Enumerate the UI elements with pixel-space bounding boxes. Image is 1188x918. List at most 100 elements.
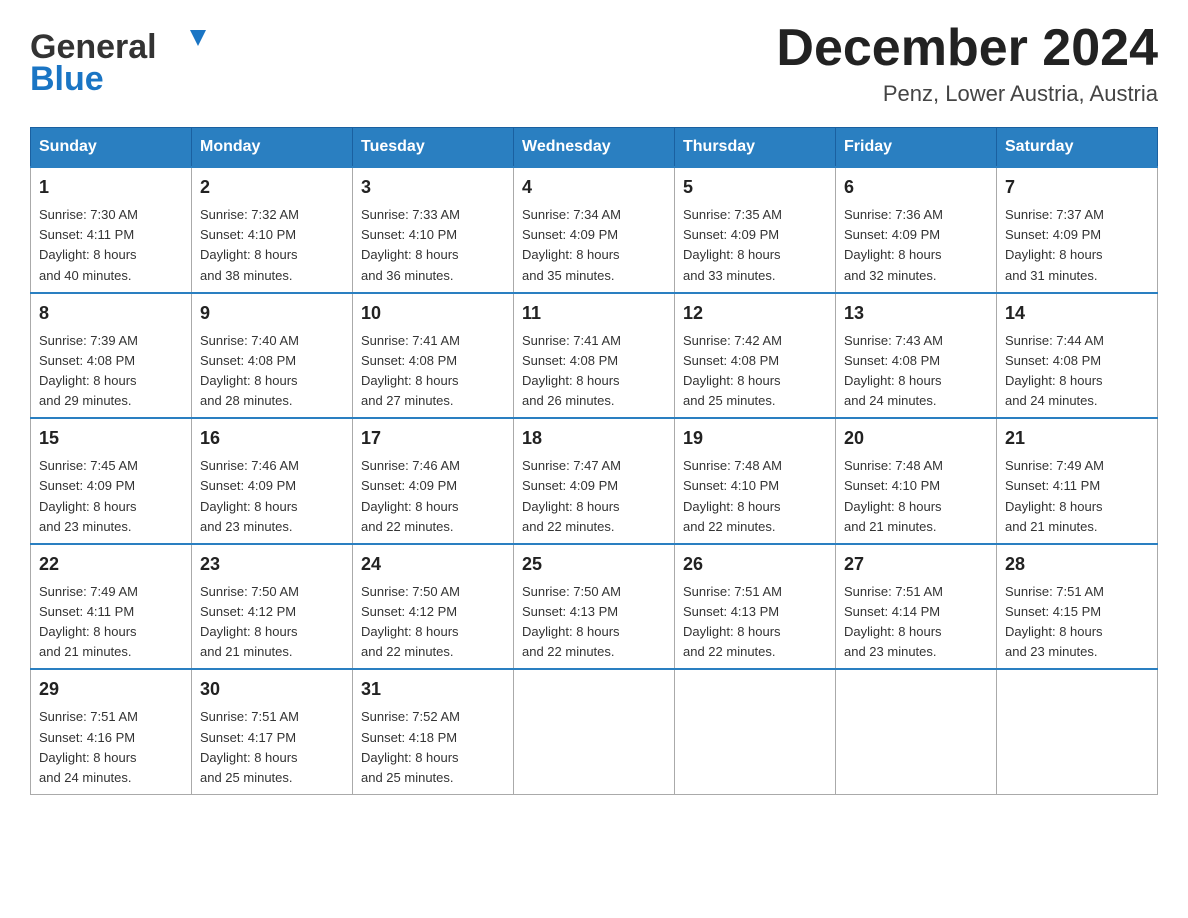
day-number: 8 [39,300,183,327]
day-number: 23 [200,551,344,578]
day-info: Sunrise: 7:48 AM Sunset: 4:10 PM Dayligh… [683,456,827,537]
week-row-5: 29 Sunrise: 7:51 AM Sunset: 4:16 PM Dayli… [31,669,1158,794]
calendar-cell: 31 Sunrise: 7:52 AM Sunset: 4:18 PM Dayli… [353,669,514,794]
day-info: Sunrise: 7:39 AM Sunset: 4:08 PM Dayligh… [39,331,183,412]
page-header: General Blue December 2024 Penz, Lower A… [30,20,1158,107]
day-info: Sunrise: 7:33 AM Sunset: 4:10 PM Dayligh… [361,205,505,286]
day-number: 13 [844,300,988,327]
calendar-cell: 13Sunrise: 7:43 AM Sunset: 4:08 PM Dayli… [836,293,997,419]
day-info: Sunrise: 7:30 AM Sunset: 4:11 PM Dayligh… [39,205,183,286]
day-info: Sunrise: 7:51 AM Sunset: 4:15 PM Dayligh… [1005,582,1149,663]
calendar-cell: 14Sunrise: 7:44 AM Sunset: 4:08 PM Dayli… [997,293,1158,419]
day-info: Sunrise: 7:51 AM Sunset: 4:16 PM Dayligh… [39,707,183,788]
calendar-cell: 25 Sunrise: 7:50 AM Sunset: 4:13 PM Dayli… [514,544,675,670]
week-row-4: 22Sunrise: 7:49 AM Sunset: 4:11 PM Dayli… [31,544,1158,670]
day-number: 31 [361,676,505,703]
calendar-cell: 19 Sunrise: 7:48 AM Sunset: 4:10 PM Dayli… [675,418,836,544]
weekday-header-tuesday: Tuesday [353,128,514,168]
day-number: 21 [1005,425,1149,452]
calendar-cell: 9Sunrise: 7:40 AM Sunset: 4:08 PM Daylig… [192,293,353,419]
day-number: 25 [522,551,666,578]
calendar-cell: 6 Sunrise: 7:36 AM Sunset: 4:09 PM Daylig… [836,167,997,293]
weekday-header-thursday: Thursday [675,128,836,168]
day-info: Sunrise: 7:36 AM Sunset: 4:09 PM Dayligh… [844,205,988,286]
calendar-cell [836,669,997,794]
calendar-cell: 27 Sunrise: 7:51 AM Sunset: 4:14 PM Dayli… [836,544,997,670]
weekday-header-sunday: Sunday [31,128,192,168]
day-info: Sunrise: 7:49 AM Sunset: 4:11 PM Dayligh… [39,582,183,663]
calendar-cell: 17 Sunrise: 7:46 AM Sunset: 4:09 PM Dayli… [353,418,514,544]
day-info: Sunrise: 7:50 AM Sunset: 4:12 PM Dayligh… [200,582,344,663]
month-title: December 2024 [776,20,1158,77]
calendar-cell: 15 Sunrise: 7:45 AM Sunset: 4:09 PM Dayli… [31,418,192,544]
day-number: 26 [683,551,827,578]
calendar-cell: 5Sunrise: 7:35 AM Sunset: 4:09 PM Daylig… [675,167,836,293]
day-number: 7 [1005,174,1149,201]
svg-text:Blue: Blue [30,60,104,98]
day-number: 30 [200,676,344,703]
day-number: 6 [844,174,988,201]
weekday-header-saturday: Saturday [997,128,1158,168]
calendar-cell: 21 Sunrise: 7:49 AM Sunset: 4:11 PM Dayli… [997,418,1158,544]
calendar-cell: 20Sunrise: 7:48 AM Sunset: 4:10 PM Dayli… [836,418,997,544]
calendar-cell: 11 Sunrise: 7:41 AM Sunset: 4:08 PM Dayli… [514,293,675,419]
day-number: 19 [683,425,827,452]
day-info: Sunrise: 7:47 AM Sunset: 4:09 PM Dayligh… [522,456,666,537]
day-info: Sunrise: 7:46 AM Sunset: 4:09 PM Dayligh… [361,456,505,537]
calendar-cell: 26 Sunrise: 7:51 AM Sunset: 4:13 PM Dayli… [675,544,836,670]
day-info: Sunrise: 7:44 AM Sunset: 4:08 PM Dayligh… [1005,331,1149,412]
day-info: Sunrise: 7:34 AM Sunset: 4:09 PM Dayligh… [522,205,666,286]
calendar-cell [997,669,1158,794]
day-number: 3 [361,174,505,201]
day-number: 29 [39,676,183,703]
calendar-cell: 16 Sunrise: 7:46 AM Sunset: 4:09 PM Dayli… [192,418,353,544]
day-number: 17 [361,425,505,452]
calendar-cell [514,669,675,794]
week-row-2: 8 Sunrise: 7:39 AM Sunset: 4:08 PM Daylig… [31,293,1158,419]
calendar-table: SundayMondayTuesdayWednesdayThursdayFrid… [30,127,1158,795]
day-info: Sunrise: 7:42 AM Sunset: 4:08 PM Dayligh… [683,331,827,412]
calendar-cell: 30Sunrise: 7:51 AM Sunset: 4:17 PM Dayli… [192,669,353,794]
day-number: 24 [361,551,505,578]
day-number: 4 [522,174,666,201]
weekday-header-monday: Monday [192,128,353,168]
calendar-cell: 4 Sunrise: 7:34 AM Sunset: 4:09 PM Daylig… [514,167,675,293]
day-info: Sunrise: 7:45 AM Sunset: 4:09 PM Dayligh… [39,456,183,537]
calendar-cell [675,669,836,794]
calendar-cell: 10Sunrise: 7:41 AM Sunset: 4:08 PM Dayli… [353,293,514,419]
weekday-header-friday: Friday [836,128,997,168]
day-info: Sunrise: 7:35 AM Sunset: 4:09 PM Dayligh… [683,205,827,286]
day-info: Sunrise: 7:52 AM Sunset: 4:18 PM Dayligh… [361,707,505,788]
week-row-3: 15 Sunrise: 7:45 AM Sunset: 4:09 PM Dayli… [31,418,1158,544]
location-title: Penz, Lower Austria, Austria [776,81,1158,107]
day-number: 11 [522,300,666,327]
calendar-cell: 2Sunrise: 7:32 AM Sunset: 4:10 PM Daylig… [192,167,353,293]
day-number: 16 [200,425,344,452]
day-number: 18 [522,425,666,452]
day-info: Sunrise: 7:32 AM Sunset: 4:10 PM Dayligh… [200,205,344,286]
calendar-cell: 3 Sunrise: 7:33 AM Sunset: 4:10 PM Daylig… [353,167,514,293]
day-number: 9 [200,300,344,327]
day-number: 12 [683,300,827,327]
week-row-1: 1Sunrise: 7:30 AM Sunset: 4:11 PM Daylig… [31,167,1158,293]
day-number: 20 [844,425,988,452]
day-info: Sunrise: 7:50 AM Sunset: 4:12 PM Dayligh… [361,582,505,663]
calendar-cell: 24 Sunrise: 7:50 AM Sunset: 4:12 PM Dayli… [353,544,514,670]
day-info: Sunrise: 7:46 AM Sunset: 4:09 PM Dayligh… [200,456,344,537]
calendar-cell: 12 Sunrise: 7:42 AM Sunset: 4:08 PM Dayli… [675,293,836,419]
calendar-cell: 23 Sunrise: 7:50 AM Sunset: 4:12 PM Dayli… [192,544,353,670]
day-info: Sunrise: 7:49 AM Sunset: 4:11 PM Dayligh… [1005,456,1149,537]
day-info: Sunrise: 7:51 AM Sunset: 4:14 PM Dayligh… [844,582,988,663]
day-number: 15 [39,425,183,452]
day-info: Sunrise: 7:51 AM Sunset: 4:13 PM Dayligh… [683,582,827,663]
day-info: Sunrise: 7:41 AM Sunset: 4:08 PM Dayligh… [361,331,505,412]
calendar-cell: 7Sunrise: 7:37 AM Sunset: 4:09 PM Daylig… [997,167,1158,293]
calendar-cell: 8 Sunrise: 7:39 AM Sunset: 4:08 PM Daylig… [31,293,192,419]
day-info: Sunrise: 7:50 AM Sunset: 4:13 PM Dayligh… [522,582,666,663]
calendar-cell: 28Sunrise: 7:51 AM Sunset: 4:15 PM Dayli… [997,544,1158,670]
logo: General Blue [30,20,220,100]
day-number: 27 [844,551,988,578]
calendar-cell: 29 Sunrise: 7:51 AM Sunset: 4:16 PM Dayli… [31,669,192,794]
weekday-header-wednesday: Wednesday [514,128,675,168]
day-info: Sunrise: 7:41 AM Sunset: 4:08 PM Dayligh… [522,331,666,412]
